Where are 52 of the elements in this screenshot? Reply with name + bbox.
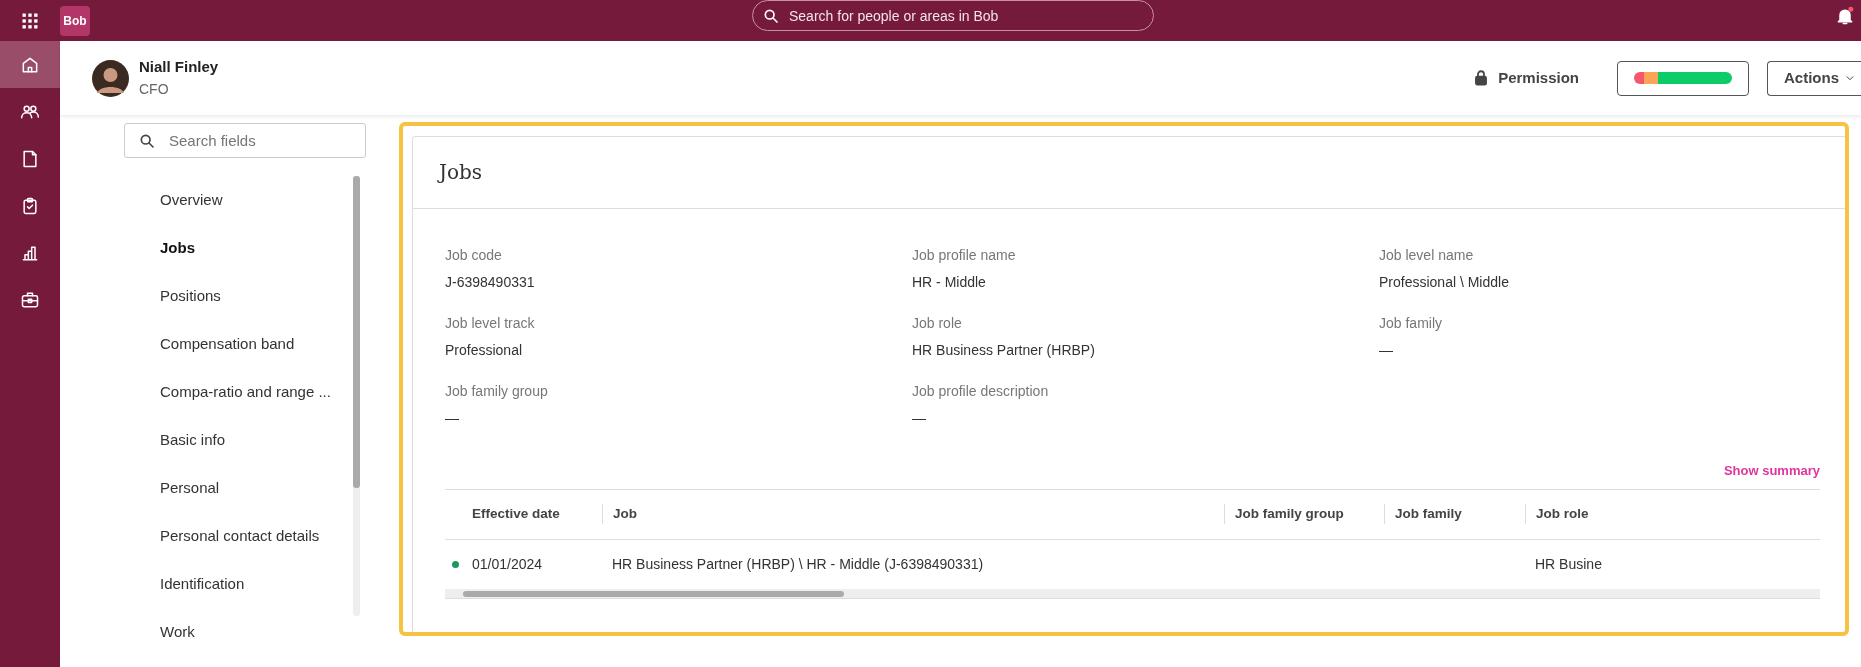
section-nav-item[interactable]: Basic info bbox=[124, 416, 383, 464]
section-nav-item[interactable]: Work bbox=[124, 608, 383, 656]
search-field[interactable]: Search fields bbox=[124, 123, 366, 158]
show-summary-link[interactable]: Show summary bbox=[1723, 461, 1820, 481]
search-icon bbox=[139, 133, 155, 149]
field-value: — bbox=[445, 409, 460, 428]
column-header: Job bbox=[602, 503, 1224, 525]
scrollbar[interactable] bbox=[445, 588, 1820, 599]
section-nav-item[interactable]: Jobs bbox=[124, 224, 383, 272]
section-nav-item[interactable]: Positions bbox=[124, 272, 383, 320]
avatar bbox=[92, 59, 129, 97]
document-icon bbox=[20, 148, 40, 169]
field-value: Professional bbox=[445, 341, 524, 360]
field-value: J-6398490331 bbox=[445, 273, 536, 292]
table-cell-text: 01/01/2024 bbox=[472, 554, 543, 574]
section-nav-item[interactable]: Identification bbox=[124, 560, 383, 608]
section-nav-item[interactable]: Personal bbox=[124, 464, 383, 512]
column-header: Job family bbox=[1384, 503, 1525, 525]
search-field[interactable]: Search for people or areas in Bob bbox=[752, 0, 1154, 31]
field-label: Job family bbox=[1379, 314, 1444, 333]
field-label: Job role bbox=[912, 314, 963, 333]
actions-button[interactable]: Actions bbox=[1767, 60, 1861, 96]
table-cell: HR Busine bbox=[1535, 555, 1602, 572]
field-label: Job level track bbox=[445, 314, 536, 333]
field-label: Job code bbox=[445, 246, 503, 265]
column-header: Job role bbox=[1525, 503, 1645, 525]
scrollbar[interactable] bbox=[353, 176, 360, 616]
section-nav-item[interactable]: Compa-ratio and range ... bbox=[124, 368, 383, 416]
table-cell: HR Business Partner (HRBP) \ HR - Middle (J-6398490331) bbox=[612, 555, 984, 572]
status-button[interactable] bbox=[1617, 60, 1749, 96]
field-value: HR - Middle bbox=[912, 273, 987, 292]
clipboard-icon bbox=[20, 195, 40, 216]
field-value: Professional \ Middle bbox=[1379, 273, 1510, 292]
permission-button[interactable]: Permission bbox=[1466, 65, 1585, 91]
search-icon bbox=[763, 8, 779, 24]
column-header: Job family group bbox=[1224, 503, 1384, 525]
field-value: — bbox=[912, 409, 927, 428]
employee-name: Niall Finley bbox=[139, 57, 219, 78]
column-header: Effective date bbox=[471, 504, 561, 523]
field-label: Job family group bbox=[445, 382, 549, 401]
field-value: HR Business Partner (HRBP) bbox=[912, 341, 1096, 360]
section-nav-item[interactable]: Personal contact details bbox=[124, 512, 383, 560]
section-nav-item[interactable]: Overview bbox=[124, 176, 383, 224]
logo[interactable]: Bob bbox=[60, 5, 90, 36]
field-label: Job level name bbox=[1379, 246, 1475, 265]
employee-title: CFO bbox=[139, 79, 170, 99]
section-title: Jobs bbox=[413, 137, 1845, 209]
section-nav-item[interactable]: Compensation band bbox=[124, 320, 383, 368]
field-label: Job profile name bbox=[912, 246, 1017, 265]
notification-bell-icon[interactable] bbox=[1835, 6, 1855, 26]
field-label: Job profile description bbox=[912, 382, 1050, 401]
field-value: — bbox=[1379, 341, 1394, 360]
